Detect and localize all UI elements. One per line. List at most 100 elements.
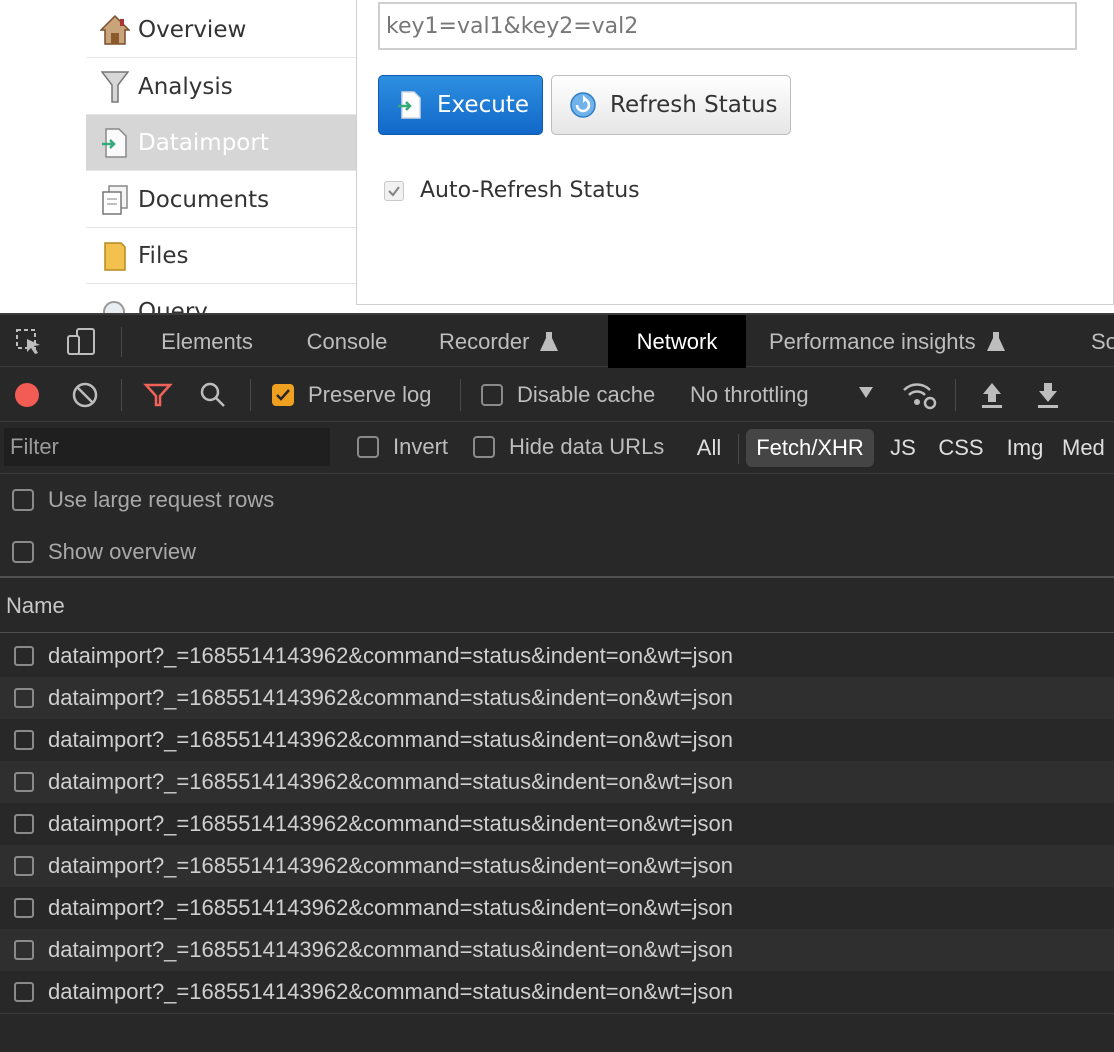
tab-console[interactable]: Console <box>286 315 408 368</box>
show-overview-label: Show overview <box>48 539 196 564</box>
large-request-rows-checkbox[interactable]: Use large request rows <box>12 487 274 513</box>
tab-elements[interactable]: Elements <box>140 315 274 368</box>
network-toolbar: Preserve log Disable cache No throttling <box>0 367 1114 422</box>
invert-label: Invert <box>393 434 449 459</box>
row-checkbox[interactable] <box>14 940 34 960</box>
sidebar-item-files[interactable]: Files <box>86 228 356 284</box>
chevron-down-icon <box>858 385 874 399</box>
disable-cache-checkbox[interactable]: Disable cache <box>481 381 655 409</box>
row-checkbox[interactable] <box>14 814 34 834</box>
clear-icon[interactable] <box>70 380 100 410</box>
record-button[interactable] <box>12 380 42 410</box>
type-filter-media[interactable]: Med <box>1062 429 1114 467</box>
table-row[interactable]: dataimport?_=1685514143962&command=statu… <box>0 635 1114 677</box>
table-row[interactable]: dataimport?_=1685514143962&command=statu… <box>0 845 1114 887</box>
sidebar-item-label: Analysis <box>138 73 233 100</box>
sidebar-item-label: Overview <box>138 16 247 43</box>
auto-refresh-label: Auto-Refresh Status <box>420 178 640 203</box>
row-checkbox[interactable] <box>14 856 34 876</box>
preserve-log-label: Preserve log <box>308 382 432 407</box>
table-row[interactable]: dataimport?_=1685514143962&command=statu… <box>0 761 1114 803</box>
row-checkbox[interactable] <box>14 898 34 918</box>
type-filter-all[interactable]: All <box>690 429 728 467</box>
import-icon <box>100 126 130 160</box>
filter-bar: Invert Hide data URLs All Fetch/XHR JS C… <box>0 422 1114 474</box>
hide-data-urls-check[interactable] <box>473 436 495 458</box>
sidebar-item-query[interactable]: Query <box>86 284 356 313</box>
sidebar-item-documents[interactable]: Documents <box>86 172 356 228</box>
disable-cache-check[interactable] <box>481 384 503 406</box>
name-column-header[interactable]: Name <box>0 580 1114 633</box>
execute-button[interactable]: Execute <box>378 75 543 135</box>
request-name: dataimport?_=1685514143962&command=statu… <box>48 685 733 710</box>
solr-admin-page: Overview Analysis Dataimport Documents F… <box>0 0 1114 313</box>
devtools-panel: Elements Console Recorder Network Perfor… <box>0 313 1114 1052</box>
custom-parameters-input[interactable] <box>378 2 1077 50</box>
table-row[interactable]: dataimport?_=1685514143962&command=statu… <box>0 677 1114 719</box>
show-overview-checkbox[interactable]: Show overview <box>12 539 196 565</box>
request-name: dataimport?_=1685514143962&command=statu… <box>48 769 733 794</box>
tab-network[interactable]: Network <box>608 315 746 368</box>
funnel-icon <box>100 70 130 104</box>
sidebar-item-analysis[interactable]: Analysis <box>86 59 356 115</box>
inspect-element-icon[interactable] <box>14 327 44 357</box>
device-toolbar-icon[interactable] <box>66 327 96 357</box>
refresh-status-button[interactable]: Refresh Status <box>551 75 791 135</box>
type-filter-css[interactable]: CSS <box>932 429 990 467</box>
divider <box>121 379 122 411</box>
tab-recorder[interactable]: Recorder <box>422 315 592 368</box>
disable-cache-label: Disable cache <box>517 382 656 407</box>
auto-refresh-checkbox[interactable] <box>384 180 404 201</box>
preserve-log-checkbox[interactable]: Preserve log <box>272 381 432 409</box>
tab-sources[interactable]: So <box>1074 315 1114 368</box>
export-har-icon[interactable] <box>1034 380 1062 410</box>
hide-data-urls-checkbox[interactable]: Hide data URLs <box>473 433 664 461</box>
filter-input[interactable] <box>4 428 330 466</box>
table-row[interactable]: dataimport?_=1685514143962&command=statu… <box>0 719 1114 761</box>
name-header-label: Name <box>6 593 65 618</box>
tab-performance-insights[interactable]: Performance insights <box>752 315 1042 368</box>
preserve-log-check[interactable] <box>272 384 294 406</box>
request-name: dataimport?_=1685514143962&command=statu… <box>48 853 733 878</box>
row-checkbox[interactable] <box>14 772 34 792</box>
sidebar-item-label: Documents <box>138 186 270 213</box>
row-checkbox[interactable] <box>14 982 34 1002</box>
row-checkbox[interactable] <box>14 646 34 666</box>
search-icon[interactable] <box>198 380 228 410</box>
devtools-tabbar: Elements Console Recorder Network Perfor… <box>0 313 1114 368</box>
tab-label: Performance insights <box>769 328 976 354</box>
home-icon <box>100 13 130 47</box>
sidebar-item-label: Query <box>138 299 208 313</box>
magnifier-icon <box>100 295 130 313</box>
request-name: dataimport?_=1685514143962&command=statu… <box>48 979 733 1004</box>
table-row[interactable]: dataimport?_=1685514143962&command=statu… <box>0 971 1114 1013</box>
row-checkbox[interactable] <box>14 688 34 708</box>
type-filter-fetch-xhr[interactable]: Fetch/XHR <box>746 429 874 467</box>
import-har-icon[interactable] <box>978 380 1006 410</box>
table-row[interactable]: dataimport?_=1685514143962&command=statu… <box>0 929 1114 971</box>
row-checkbox[interactable] <box>14 730 34 750</box>
network-conditions-icon[interactable] <box>900 379 938 411</box>
invert-check[interactable] <box>357 436 379 458</box>
tab-label: Recorder <box>439 328 530 354</box>
large-request-rows-check[interactable] <box>12 489 34 511</box>
sidebar-item-dataimport[interactable]: Dataimport <box>86 115 356 171</box>
network-options: Use large request rows Show overview <box>0 474 1114 578</box>
flask-icon <box>986 331 1006 353</box>
show-overview-check[interactable] <box>12 541 34 563</box>
documents-icon <box>100 183 130 217</box>
throttling-value: No throttling <box>690 382 809 407</box>
request-name: dataimport?_=1685514143962&command=statu… <box>48 937 733 962</box>
request-name: dataimport?_=1685514143962&command=statu… <box>48 811 733 836</box>
throttling-select[interactable]: No throttling <box>690 381 880 409</box>
table-row[interactable]: dataimport?_=1685514143962&command=statu… <box>0 803 1114 845</box>
sidebar-item-overview[interactable]: Overview <box>86 2 356 58</box>
invert-checkbox[interactable]: Invert <box>357 433 448 461</box>
type-filter-js[interactable]: JS <box>884 429 922 467</box>
filter-icon[interactable] <box>142 380 174 410</box>
table-row[interactable]: dataimport?_=1685514143962&command=statu… <box>0 887 1114 929</box>
divider <box>250 379 251 411</box>
divider <box>955 379 956 411</box>
auto-refresh-toggle[interactable]: Auto-Refresh Status <box>384 178 640 203</box>
type-filter-img[interactable]: Img <box>1000 429 1050 467</box>
